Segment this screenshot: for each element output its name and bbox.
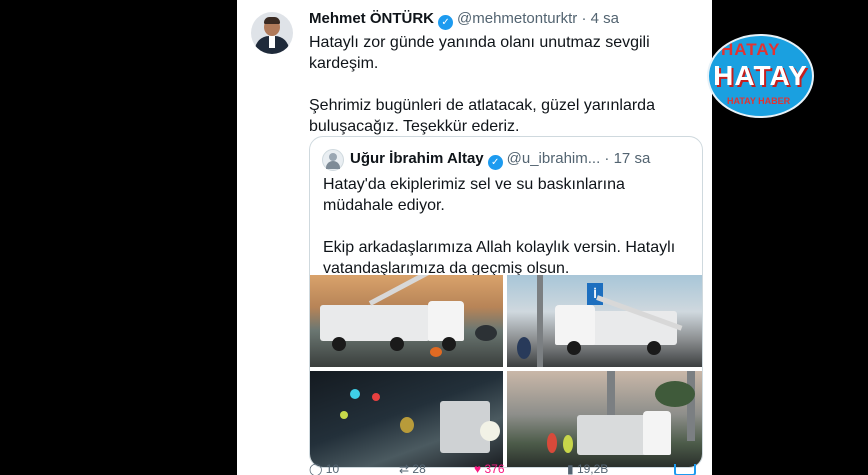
reply-count: 10 (325, 462, 340, 475)
verified-badge-icon: ✓ (487, 155, 503, 170)
author-avatar[interactable] (251, 12, 293, 54)
quote-photo-2[interactable]: İ (507, 275, 702, 367)
views-button[interactable]: ▮ 19,2B (567, 462, 608, 475)
author-name[interactable]: Mehmet ÖNTÜRK (309, 10, 434, 27)
watermark-logo: HATAY HATAY HATAY HABER (707, 34, 814, 118)
quote-paragraph-2: Ekip arkadaşlarımıza Allah kolaylık vers… (323, 239, 676, 277)
watermark-top-text: HATAY (721, 40, 781, 59)
quote-time[interactable]: 17 sa (614, 150, 651, 167)
reply-icon: ◯ (309, 462, 323, 475)
reply-button[interactable]: ◯ 10 (309, 462, 339, 475)
quote-photo-3[interactable] (310, 371, 503, 467)
tweet-time[interactable]: 4 sa (591, 10, 619, 27)
quote-author-handle[interactable]: @u_ibrahim... (507, 150, 601, 167)
author-handle[interactable]: @mehmetonturktr (457, 10, 577, 27)
tweet-paragraph-1: Hataylı zor günde yanında olanı unutmaz … (309, 34, 650, 72)
like-count: 376 (484, 462, 505, 475)
quote-photo-1[interactable] (310, 275, 503, 367)
tweet-actions: ◯ 10 ⇄ 28 ♥ 376 ▮ 19,2B (309, 462, 704, 475)
heart-icon: ♥ (474, 462, 482, 475)
retweet-button[interactable]: ⇄ 28 (399, 462, 426, 475)
like-button[interactable]: ♥ 376 (474, 462, 505, 475)
quoted-tweet[interactable]: Uğur İbrahim Altay ✓ @u_ibrahim... · 17 sa… (309, 136, 703, 468)
quote-header: Uğur İbrahim Altay ✓ @u_ibrahim... · 17 sa (350, 149, 650, 170)
views-count: 19,2B (576, 462, 609, 475)
tweet-paragraph-2: Şehrimiz bugünleri de atlatacak, güzel y… (309, 97, 655, 135)
quote-author-avatar[interactable] (322, 149, 344, 171)
quote-photo-4[interactable] (507, 371, 702, 467)
separator-dot: · (604, 150, 610, 167)
share-icon[interactable] (674, 464, 696, 475)
views-icon: ▮ (567, 462, 574, 475)
watermark-main-text: HATAY (713, 60, 808, 91)
quote-paragraph-1: Hatay'da ekiplerimiz sel ve su baskınlar… (323, 176, 625, 214)
watermark-sub-text: HATAY HABER (727, 96, 791, 106)
separator-dot: · (581, 10, 587, 27)
tweet-card[interactable]: Mehmet ÖNTÜRK ✓ @mehmetonturktr · 4 sa Hat… (237, 0, 712, 475)
retweet-count: 28 (412, 462, 426, 475)
tweet-header: Mehmet ÖNTÜRK ✓ @mehmetonturktr · 4 sa (309, 10, 619, 30)
verified-badge-icon: ✓ (438, 15, 454, 30)
retweet-icon: ⇄ (399, 462, 410, 475)
quote-author-name[interactable]: Uğur İbrahim Altay (350, 150, 484, 167)
